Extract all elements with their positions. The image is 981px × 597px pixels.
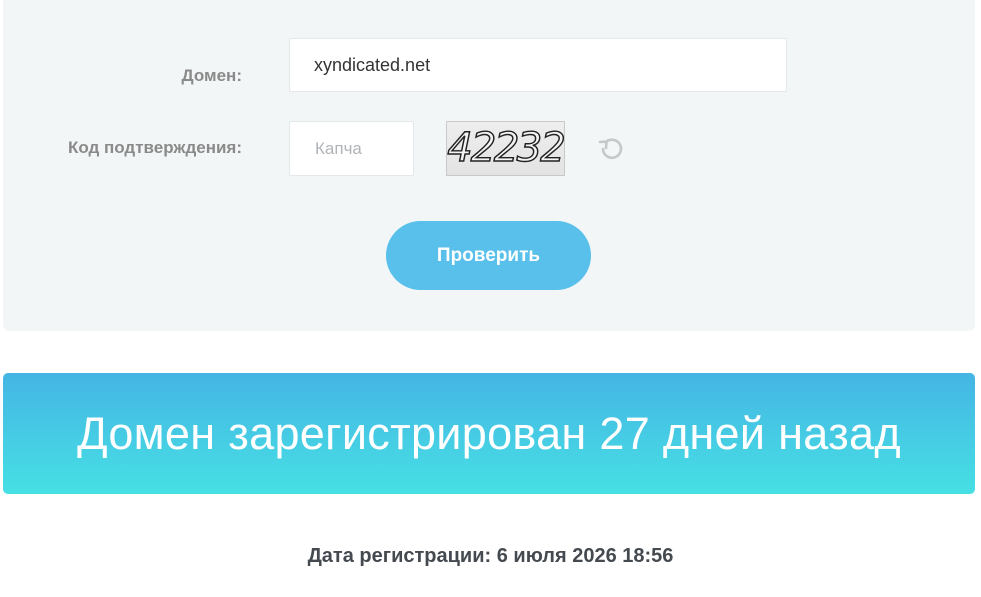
captcha-label: Код подтверждения: [67, 138, 242, 157]
refresh-icon[interactable] [596, 133, 628, 165]
result-banner: Домен зарегистрирован 27 дней назад [3, 373, 975, 494]
domain-input[interactable] [289, 38, 787, 92]
captcha-image: 42232 [446, 121, 565, 176]
check-button[interactable]: Проверить [386, 221, 591, 290]
result-headline: Домен зарегистрирован 27 дней назад [77, 407, 901, 459]
domain-label: Домен: [181, 66, 242, 85]
captcha-code: 42232 [447, 124, 564, 171]
captcha-input[interactable] [289, 121, 414, 176]
registration-date: Дата регистрации: 6 июля 2026 18:56 [307, 545, 674, 567]
page: Домен: Код подтверждения: 42232 Проверит… [0, 0, 981, 597]
